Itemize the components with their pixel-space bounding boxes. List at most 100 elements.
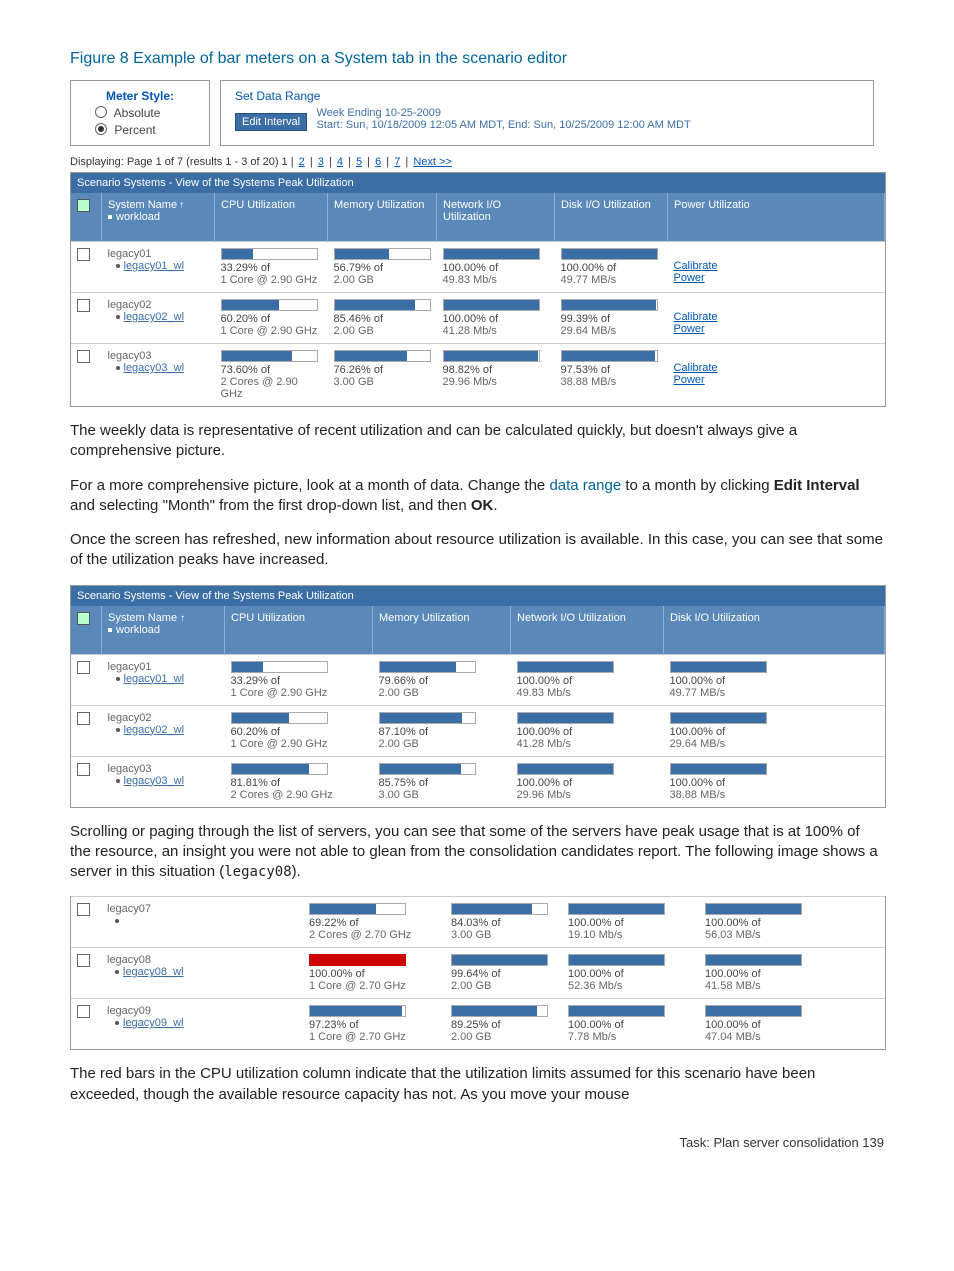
- col-net[interactable]: Network I/O Utilization: [511, 606, 664, 655]
- util-sub: 49.77 MB/s: [561, 274, 662, 286]
- table-row: legacy02legacy02_wl60.20% of1 Core @ 2.9…: [71, 293, 885, 344]
- util-sub: 3.00 GB: [334, 376, 431, 388]
- util-bar: [334, 299, 431, 311]
- system-name: legacy03: [108, 350, 209, 362]
- util-bar: [443, 350, 540, 362]
- col-cpu[interactable]: CPU Utilization: [225, 606, 373, 655]
- col-net[interactable]: Network I/O Utilization: [437, 193, 555, 242]
- util-sub: 2 Cores @ 2.90 GHz: [231, 789, 367, 801]
- header-checkbox[interactable]: [77, 199, 90, 212]
- pagination-page-3[interactable]: 3: [318, 156, 324, 168]
- util-percent: 76.26% of: [334, 364, 431, 376]
- row-checkbox[interactable]: [77, 1005, 90, 1018]
- util-sub: 29.64 MB/s: [670, 738, 879, 750]
- table-row: legacy01legacy01_wl33.29% of1 Core @ 2.9…: [71, 654, 885, 705]
- table-row: legacy03legacy03_wl81.81% of2 Cores @ 2.…: [71, 756, 885, 807]
- row-checkbox[interactable]: [77, 661, 90, 674]
- util-sub: 49.83 Mb/s: [517, 687, 658, 699]
- pagination-page-6[interactable]: 6: [375, 156, 381, 168]
- util-percent: 56.79% of: [334, 262, 431, 274]
- system-name: legacy08: [107, 954, 297, 966]
- util-sub: 41.58 MB/s: [705, 980, 879, 992]
- pagination-page-2[interactable]: 2: [299, 156, 305, 168]
- table-row: legacy08legacy08_wl 100.00% of 1 Core @ 2.…: [71, 948, 885, 999]
- util-bar: [568, 903, 665, 915]
- table-title-b: Scenario Systems - View of the Systems P…: [71, 586, 885, 606]
- util-percent: 99.64% of: [451, 968, 556, 980]
- util-bar: [221, 248, 318, 260]
- figure-title: Figure 8 Example of bar meters on a Syst…: [70, 50, 884, 68]
- radio-absolute[interactable]: [95, 106, 107, 118]
- workload-link[interactable]: legacy01_wl: [124, 673, 185, 685]
- table-row: legacy03legacy03_wl73.60% of2 Cores @ 2.…: [71, 344, 885, 407]
- util-bar: [705, 954, 802, 966]
- header-checkbox[interactable]: [77, 612, 90, 625]
- data-range-link[interactable]: data range: [549, 477, 621, 494]
- system-name: legacy07: [107, 903, 297, 915]
- col-workload: workload: [116, 624, 160, 636]
- util-bar: [705, 1005, 802, 1017]
- util-bar: [670, 763, 767, 775]
- row-checkbox[interactable]: [77, 299, 90, 312]
- util-bar: [231, 661, 328, 673]
- util-sub: 1 Core @ 2.70 GHz: [309, 980, 439, 992]
- calibrate-power-link[interactable]: CalibratePower: [674, 362, 718, 386]
- col-mem[interactable]: Memory Utilization: [328, 193, 437, 242]
- util-sub: 2.00 GB: [334, 274, 431, 286]
- workload-link[interactable]: legacy02_wl: [124, 311, 185, 323]
- util-percent: 79.66% of: [379, 675, 505, 687]
- row-checkbox[interactable]: [77, 712, 90, 725]
- calibrate-power-link[interactable]: CalibratePower: [674, 311, 718, 335]
- col-power[interactable]: Power Utilizatio: [668, 193, 885, 242]
- workload-link[interactable]: legacy08_wl: [123, 966, 184, 978]
- util-percent: 100.00% of: [568, 968, 693, 980]
- util-percent: 85.75% of: [379, 777, 505, 789]
- col-cpu[interactable]: CPU Utilization: [215, 193, 328, 242]
- pagination-page-5[interactable]: 5: [356, 156, 362, 168]
- workload-link[interactable]: legacy03_wl: [124, 775, 185, 787]
- pagination-page-7[interactable]: 7: [394, 156, 400, 168]
- col-mem[interactable]: Memory Utilization: [373, 606, 511, 655]
- util-bar: [670, 712, 767, 724]
- meter-style-panel: Meter Style: Absolute Percent: [70, 80, 210, 146]
- row-checkbox[interactable]: [77, 248, 90, 261]
- data-range-panel: Set Data Range Edit Interval Week Ending…: [220, 80, 874, 146]
- util-percent: 97.53% of: [561, 364, 662, 376]
- util-percent: 33.29% of: [231, 675, 367, 687]
- row-checkbox[interactable]: [77, 350, 90, 363]
- workload-link[interactable]: legacy03_wl: [124, 362, 185, 374]
- workload-link[interactable]: legacy09_wl: [123, 1017, 184, 1029]
- util-bar: [670, 661, 767, 673]
- util-sub: 38.88 MB/s: [670, 789, 879, 801]
- row-checkbox[interactable]: [77, 954, 90, 967]
- workload-link[interactable]: legacy01_wl: [124, 260, 185, 272]
- util-bar: [451, 954, 548, 966]
- col-disk[interactable]: Disk I/O Utilization: [664, 606, 885, 655]
- util-percent: 100.00% of: [670, 675, 879, 687]
- util-sub: 3.00 GB: [379, 789, 505, 801]
- col-system-name[interactable]: System Name: [108, 199, 184, 211]
- util-bar: [561, 350, 658, 362]
- util-percent: 100.00% of: [443, 262, 549, 274]
- calibrate-power-link[interactable]: CalibratePower: [674, 260, 718, 284]
- row-checkbox[interactable]: [77, 763, 90, 776]
- col-system-name[interactable]: System Name: [108, 612, 177, 624]
- legacy08-mono: legacy08: [224, 864, 291, 880]
- util-percent: 100.00% of: [517, 777, 658, 789]
- util-sub: 1 Core @ 2.90 GHz: [231, 738, 367, 750]
- pagination: Displaying: Page 1 of 7 (results 1 - 3 o…: [70, 156, 884, 168]
- edit-interval-button[interactable]: Edit Interval: [235, 113, 307, 131]
- util-percent: 60.20% of: [221, 313, 322, 325]
- pagination-page-4[interactable]: 4: [337, 156, 343, 168]
- pagination-next[interactable]: Next >>: [413, 156, 452, 168]
- util-sub: 1 Core @ 2.70 GHz: [309, 1031, 439, 1043]
- util-percent: 97.23% of: [309, 1019, 439, 1031]
- util-percent: 100.00% of: [670, 726, 879, 738]
- workload-link[interactable]: legacy02_wl: [124, 724, 185, 736]
- radio-absolute-label: Absolute: [114, 106, 161, 120]
- radio-percent[interactable]: [95, 123, 107, 135]
- row-checkbox[interactable]: [77, 903, 90, 916]
- col-disk[interactable]: Disk I/O Utilization: [555, 193, 668, 242]
- meter-style-title: Meter Style:: [85, 89, 195, 103]
- util-sub: 29.64 MB/s: [561, 325, 662, 337]
